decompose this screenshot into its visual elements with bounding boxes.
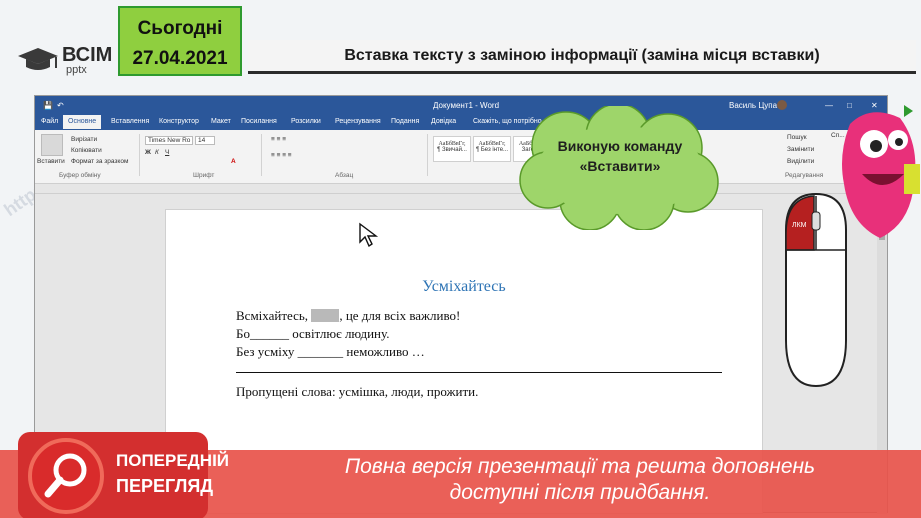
avatar[interactable] (777, 100, 787, 110)
replace-button[interactable]: Замінити (787, 146, 814, 153)
italic-button[interactable]: К (155, 149, 159, 156)
ribbon: Вставити Вирізати Копіювати Формат за зр… (35, 130, 887, 184)
separator (261, 134, 262, 176)
next-arrow-icon[interactable] (901, 104, 915, 118)
tab-design[interactable]: Конструктор (159, 118, 199, 125)
missing-words-line: Пропущені слова: усмішка, люди, прожити. (236, 384, 479, 399)
paste-button[interactable]: Вставити (37, 158, 65, 165)
separator (139, 134, 140, 176)
cursor-pointer-icon (359, 222, 379, 248)
preview-label-2: ПЕРЕГЛЯД (116, 476, 214, 496)
selected-blank[interactable] (311, 309, 340, 322)
underline-button[interactable]: Ч (165, 149, 169, 156)
undo-icon[interactable]: ↶ (57, 101, 64, 110)
font-size-select[interactable]: 14 (195, 136, 215, 145)
tab-help[interactable]: Довідка (431, 118, 456, 125)
word-titlebar: 💾 ↶ Документ1 - Word Василь Цупа — □ ✕ (35, 96, 887, 114)
paragraph-group-label: Абзац (335, 172, 354, 179)
slide: https://vsimpptx.com https://vsimpptx.co… (0, 0, 921, 518)
ribbon-tabs: Файл Основне Вставлення Конструктор Маке… (35, 114, 887, 130)
logo-subtitle: pptx (66, 64, 87, 76)
paste-icon[interactable] (41, 134, 63, 156)
magnifier-icon (28, 438, 104, 514)
preview-badge: ПОПЕРЕДНІЙ ПЕРЕГЛЯД (18, 432, 229, 518)
tab-insert[interactable]: Вставлення (111, 118, 149, 125)
tab-home[interactable]: Основне (63, 115, 102, 129)
lkm-label: ЛКМ (792, 222, 807, 229)
preview-label-1: ПОПЕРЕДНІЙ (116, 451, 230, 470)
callout-text: Виконую команду «Вставити» (557, 138, 683, 174)
tab-review[interactable]: Рецензування (335, 118, 381, 125)
font-name-select[interactable]: Times New Ro (145, 136, 193, 145)
font-color-button[interactable]: A (231, 158, 236, 165)
document-title: Усміхайтесь (422, 278, 506, 295)
align-icon[interactable]: ≡ ≡ ≡ ≡ (271, 152, 292, 159)
separator (427, 134, 428, 176)
line1-after: , це для всіх важливо! (339, 308, 461, 323)
tab-references[interactable]: Посилання (241, 118, 277, 125)
find-button[interactable]: Пошук (787, 134, 807, 141)
editing-group-label: Редагування (785, 172, 824, 179)
select-button[interactable]: Виділити (787, 158, 814, 165)
style-no-spacing[interactable]: АаБбВвГг, ¶ Без інте... (473, 136, 511, 162)
bold-button[interactable]: Ж (145, 149, 151, 156)
slide-title-bar: Вставка тексту з заміною інформації (зам… (248, 40, 916, 74)
document-line-3: Без усміху _______ неможливо … (236, 344, 425, 359)
user-name: Василь Цупа (729, 101, 778, 110)
clipboard-group-label: Буфер обміну (59, 172, 101, 179)
document-line-2: Бо______ освітлює людину. (236, 326, 390, 341)
cut-button[interactable]: Вирізати (71, 136, 97, 143)
tab-view[interactable]: Подання (391, 118, 419, 125)
tab-file[interactable]: Файл (41, 118, 58, 125)
save-icon[interactable]: 💾 (43, 101, 53, 110)
document-name: Документ1 - Word (433, 101, 500, 110)
style-no-spacing-label: ¶ Без інте... (475, 147, 509, 153)
style-normal[interactable]: АаБбВвГг, ¶ Звичай... (433, 136, 471, 162)
tab-mailings[interactable]: Розсилки (291, 118, 321, 125)
line1-before: Всміхайтесь, (236, 308, 312, 323)
document-line-1: Всміхайтесь, , це для всіх важливо! (236, 308, 460, 324)
tab-layout[interactable]: Макет (211, 118, 231, 125)
date-badge: Сьогодні 27.04.2021 (118, 6, 242, 76)
font-group-label: Шрифт (193, 172, 215, 179)
divider (236, 372, 722, 373)
format-painter-button[interactable]: Формат за зразком (71, 158, 128, 165)
date-value: 27.04.2021 (132, 48, 228, 69)
purchase-notice: Повна версія презентації та решта доповн… (344, 455, 816, 504)
ruler (35, 184, 887, 194)
copy-button[interactable]: Копіювати (71, 147, 102, 154)
today-label: Сьогодні (137, 18, 223, 39)
slide-title: Вставка тексту з заміною інформації (зам… (344, 47, 820, 64)
monster-mascot-icon (842, 112, 920, 238)
style-normal-label: ¶ Звичай... (437, 147, 467, 153)
bullets-icon[interactable]: ≡ ≡ ≡ (271, 136, 286, 143)
preview-banner: ПОПЕРЕДНІЙ ПЕРЕГЛЯД Повна версія презент… (0, 432, 921, 518)
